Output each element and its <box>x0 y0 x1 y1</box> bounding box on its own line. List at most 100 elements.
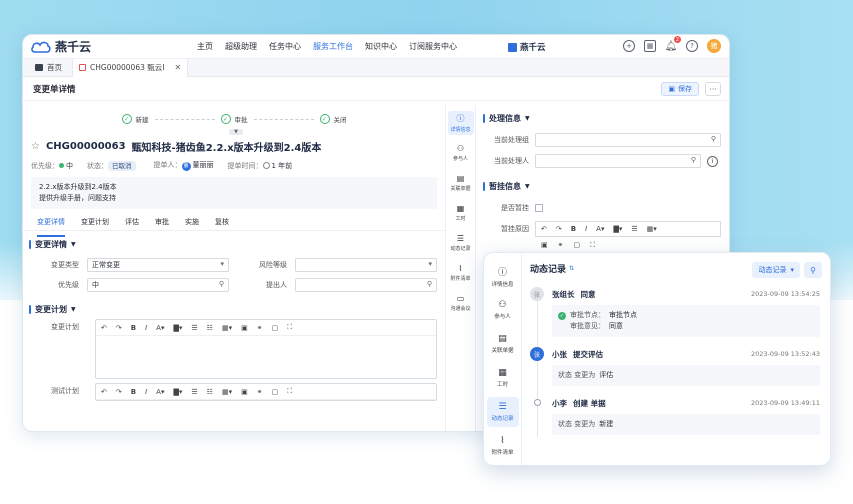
section-change-plan[interactable]: 变更计划 ▼ <box>23 296 445 319</box>
link-icon[interactable]: ⚭ <box>257 388 263 396</box>
table-icon[interactable]: ▦▾ <box>222 324 232 332</box>
image-icon[interactable]: ▣ <box>541 241 548 250</box>
panel-item-participants[interactable]: ⚇ 参与人 <box>487 295 519 325</box>
attachment-icon[interactable]: ▢ <box>272 324 279 332</box>
field-value: 中 <box>92 281 99 289</box>
undo-icon[interactable]: ↶ <box>101 324 107 332</box>
tenant-brand[interactable]: 燕千云 <box>508 41 546 53</box>
panel-item-related[interactable]: ▤ 关联单据 <box>487 329 519 359</box>
nav-knowledge-center[interactable]: 知识中心 <box>365 41 397 52</box>
fullscreen-icon[interactable]: ⛶ <box>287 323 292 332</box>
sidebar-item-attachments[interactable]: ⌇ 附件清单 <box>448 261 474 285</box>
bold-icon[interactable]: B <box>131 388 136 396</box>
field-label: 暂挂原因 <box>501 225 529 233</box>
redo-icon[interactable]: ↷ <box>116 388 122 396</box>
undo-icon[interactable]: ↶ <box>101 388 107 396</box>
reason-editor-toolbar[interactable]: ↶ ↷ B I A▾ ▇▾ ☰ ▦▾ <box>535 221 721 237</box>
sidebar-item-activity[interactable]: ☰ 动态记录 <box>448 231 474 255</box>
sidebar-item-details[interactable]: ⓘ 详情信息 <box>447 111 474 135</box>
subtab-assessment[interactable]: 评估 <box>125 217 139 230</box>
nav-subscription-center[interactable]: 订阅服务中心 <box>409 41 457 52</box>
sidebar-item-participants[interactable]: ⚇ 参与人 <box>448 141 474 165</box>
bullet-list-icon[interactable]: ☰ <box>191 388 197 396</box>
activity-event: 小李 创建 单据 2023-09-09 13:49:11 状态 变更为 新建 <box>522 396 830 435</box>
panel-item-activity[interactable]: ☰ 动态记录 <box>486 397 519 427</box>
activity-filter-dropdown[interactable]: 动态记录 ▾ <box>752 262 800 278</box>
group-lookup[interactable]: ⚲ <box>535 133 721 147</box>
nav-super-assistant[interactable]: 超级助理 <box>225 41 257 52</box>
bullet-list-icon[interactable]: ☰ <box>191 324 197 332</box>
close-icon[interactable]: ✕ <box>174 63 181 72</box>
change-plan-editor[interactable]: ↶ ↷ B I A▾ ▇▾ ☰ ☷ ▦▾ ▣ ⚭ ▢ ⛶ <box>95 319 437 379</box>
nav-home[interactable]: 主页 <box>197 41 213 52</box>
bold-icon[interactable]: B <box>571 225 576 233</box>
risk-level-select[interactable]: ▾ <box>295 258 437 272</box>
table-icon[interactable]: ▦▾ <box>647 225 657 233</box>
nav-task-center[interactable]: 任务中心 <box>269 41 301 52</box>
subtab-approval[interactable]: 审批 <box>155 217 169 230</box>
add-circle-icon[interactable]: + <box>623 40 635 52</box>
highlight-icon[interactable]: ▇▾ <box>173 324 182 332</box>
table-icon[interactable]: ▦▾ <box>222 388 232 396</box>
calendar-icon[interactable]: ▦ <box>644 40 656 52</box>
nav-service-workbench[interactable]: 服务工作台 <box>313 41 353 52</box>
sidebar-item-worktime[interactable]: ▦ 工时 <box>448 201 474 225</box>
person-lookup[interactable]: ⚲ <box>535 154 701 168</box>
panel-item-details[interactable]: ⓘ 详情信息 <box>487 261 519 291</box>
save-button[interactable]: ▣ 保存 <box>661 82 699 96</box>
font-color-icon[interactable]: A▾ <box>596 225 604 233</box>
fullscreen-icon[interactable]: ⛶ <box>590 241 595 250</box>
italic-icon[interactable]: I <box>145 324 147 332</box>
subtab-review[interactable]: 复核 <box>215 217 229 230</box>
subtab-implementation[interactable]: 实施 <box>185 217 199 230</box>
tab-change-ticket[interactable]: CHG00000063 甄云I ✕ <box>72 58 189 77</box>
section-suspend[interactable]: 暂挂信息 ▼ <box>477 173 729 196</box>
image-icon[interactable]: ▣ <box>241 388 248 396</box>
app-logo[interactable]: 燕千云 <box>31 38 191 55</box>
redo-icon[interactable]: ↷ <box>116 324 122 332</box>
proposer-lookup[interactable]: ⚲ <box>295 278 437 292</box>
activity-search-button[interactable]: ⚲ <box>804 262 822 278</box>
star-icon[interactable]: ☆ <box>31 141 40 152</box>
link-icon[interactable]: ⚭ <box>558 241 564 250</box>
tab-home[interactable]: 首页 <box>29 59 68 77</box>
suspend-checkbox[interactable] <box>535 204 543 212</box>
subtab-change-plan[interactable]: 变更计划 <box>81 217 109 230</box>
link-icon[interactable]: ⚭ <box>257 324 263 332</box>
change-type-select[interactable]: 正常变更 ▾ <box>87 258 229 272</box>
fullscreen-icon[interactable]: ⛶ <box>287 387 292 396</box>
highlight-icon[interactable]: ▇▾ <box>613 225 622 233</box>
ordered-list-icon[interactable]: ☷ <box>207 324 213 332</box>
italic-icon[interactable]: I <box>145 388 147 396</box>
priority-lookup[interactable]: 中 ⚲ <box>87 278 229 292</box>
italic-icon[interactable]: I <box>585 225 587 233</box>
bold-icon[interactable]: B <box>131 324 136 332</box>
subtab-change-details[interactable]: 变更详情 <box>37 217 65 237</box>
panel-item-attachments[interactable]: ⌇ 附件清单 <box>487 431 519 461</box>
undo-icon[interactable]: ↶ <box>541 225 547 233</box>
sort-icon[interactable]: ⇅ <box>569 265 574 272</box>
attachment-icon[interactable]: ▢ <box>272 388 279 396</box>
sidebar-item-meeting[interactable]: ▭ 沟通会议 <box>448 291 474 315</box>
attachment-icon[interactable]: ▢ <box>574 241 581 250</box>
sidebar-item-related[interactable]: ▤ 关联单据 <box>448 171 474 195</box>
more-button[interactable]: ··· <box>705 82 721 96</box>
test-plan-editor[interactable]: ↶ ↷ B I A▾ ▇▾ ☰ ☷ ▦▾ ▣ ⚭ ▢ ⛶ <box>95 383 437 401</box>
highlight-icon[interactable]: ▇▾ <box>173 388 182 396</box>
section-processing[interactable]: 处理信息 ▼ <box>477 105 729 128</box>
font-color-icon[interactable]: A▾ <box>156 388 164 396</box>
font-color-icon[interactable]: A▾ <box>156 324 164 332</box>
image-icon[interactable]: ▣ <box>241 324 248 332</box>
meta-value[interactable]: 董丽丽 <box>193 161 214 169</box>
ordered-list-icon[interactable]: ☷ <box>207 388 213 396</box>
section-change-details[interactable]: 变更详情 ▼ <box>23 231 445 254</box>
collapse-toggle[interactable]: ▼ <box>229 129 243 135</box>
info-icon[interactable]: i <box>707 155 718 167</box>
bell-icon[interactable]: 🔔︎ 2 <box>665 36 681 52</box>
bullet-list-icon[interactable]: ☰ <box>631 225 637 233</box>
redo-icon[interactable]: ↷ <box>556 225 562 233</box>
help-icon[interactable]: ? <box>686 40 698 52</box>
user-avatar[interactable]: 猪 <box>707 39 721 53</box>
editor-body[interactable] <box>96 336 436 378</box>
panel-item-worktime[interactable]: ▦ 工时 <box>487 363 519 393</box>
